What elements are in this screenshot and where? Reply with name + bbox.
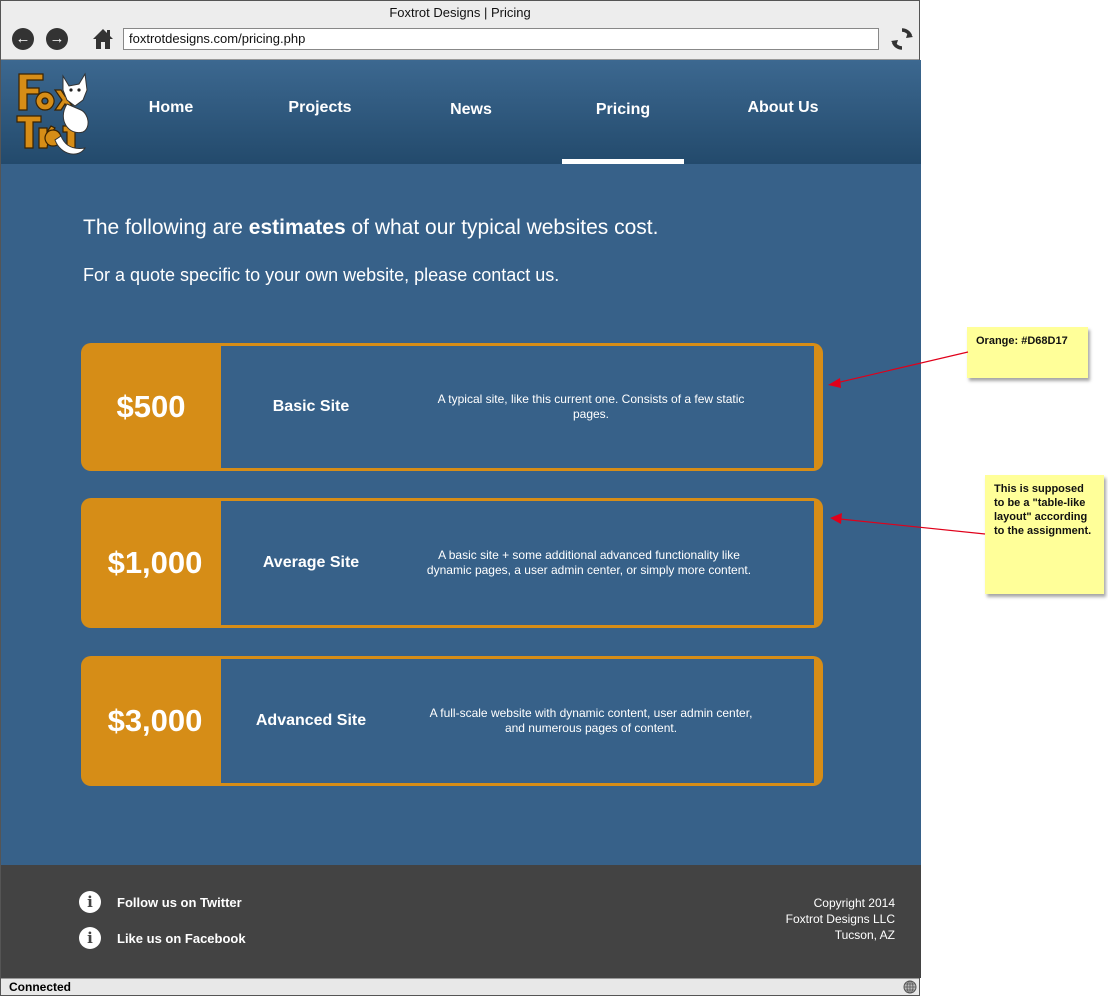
status-text: Connected: [9, 980, 72, 994]
copyright-block: Copyright 2014 Foxtrot Designs LLC Tucso…: [786, 895, 895, 943]
plan-price: $1,000: [107, 545, 203, 580]
nav-home-label: Home: [148, 99, 194, 116]
forward-arrow-icon[interactable]: →: [46, 28, 68, 50]
plan-price: $3,000: [107, 703, 203, 738]
annotation-note-orange: Orange: #D68D17: [967, 327, 1088, 378]
twitter-label: Follow us on Twitter: [117, 894, 242, 910]
plan-description: A basic site + some additional advanced …: [426, 548, 752, 577]
plan-description: A full-scale website with dynamic conten…: [429, 706, 753, 735]
foxtrot-logo[interactable]: [13, 70, 93, 158]
nav-news[interactable]: News: [421, 54, 521, 158]
nav-pricing[interactable]: Pricing: [562, 54, 684, 164]
window-title: Foxtrot Designs | Pricing: [1, 1, 919, 25]
facebook-link[interactable]: i Like us on Facebook: [79, 925, 246, 951]
twitter-link[interactable]: i Follow us on Twitter: [79, 889, 242, 915]
intro-text-after: of what our typical websites cost.: [345, 216, 659, 239]
globe-icon: [903, 980, 917, 994]
pricing-row-advanced: $3,000 Advanced Site A full-scale websit…: [81, 656, 823, 786]
intro-subheading: For a quote specific to your own website…: [83, 265, 560, 285]
site-footer: i Follow us on Twitter i Like us on Face…: [1, 865, 921, 978]
info-icon: i: [79, 927, 101, 949]
nav-projects-label: Projects: [288, 99, 352, 116]
intro-emphasis: estimates: [248, 216, 346, 239]
nav-about-us[interactable]: About Us: [723, 52, 843, 156]
plan-name: Basic Site: [272, 398, 350, 415]
intro-text-before: The following are: [83, 216, 249, 239]
intro-heading: The following are estimates of what our …: [83, 216, 658, 240]
nav-about-label: About Us: [747, 99, 819, 116]
facebook-label: Like us on Facebook: [117, 930, 246, 946]
info-icon: i: [79, 891, 101, 913]
plan-name: Advanced Site: [255, 712, 367, 729]
nav-home[interactable]: Home: [121, 52, 221, 156]
site-header: Home Projects News Pricing About Us: [1, 60, 921, 164]
back-arrow-icon[interactable]: ←: [12, 28, 34, 50]
site-viewport: Home Projects News Pricing About Us The …: [1, 60, 921, 978]
status-bar: Connected: [1, 978, 919, 995]
company-name: Foxtrot Designs LLC: [785, 912, 895, 926]
copyright-line: Copyright 2014: [813, 896, 895, 910]
nav-news-label: News: [450, 101, 492, 118]
pricing-row-average: $1,000 Average Site A basic site + some …: [81, 498, 823, 628]
plan-details: Basic Site A typical site, like this cur…: [221, 346, 814, 468]
plan-description: A typical site, like this current one. C…: [437, 392, 745, 421]
plan-details: Advanced Site A full-scale website with …: [221, 659, 814, 783]
nav-pricing-label: Pricing: [595, 101, 651, 118]
company-location: Tucson, AZ: [834, 928, 895, 942]
annotation-note-layout: This is supposed to be a "table-like lay…: [985, 475, 1104, 594]
plan-details: Average Site A basic site + some additio…: [221, 501, 814, 625]
address-bar[interactable]: foxtrotdesigns.com/pricing.php: [123, 28, 879, 50]
reload-icon[interactable]: [889, 26, 915, 52]
plan-price: $500: [116, 389, 186, 424]
plan-name: Average Site: [262, 554, 360, 571]
home-icon[interactable]: [91, 27, 115, 51]
pricing-row-basic: $500 Basic Site A typical site, like thi…: [81, 343, 823, 471]
browser-window: Foxtrot Designs | Pricing ← → foxtrotdes…: [0, 0, 921, 996]
nav-projects[interactable]: Projects: [270, 52, 370, 156]
